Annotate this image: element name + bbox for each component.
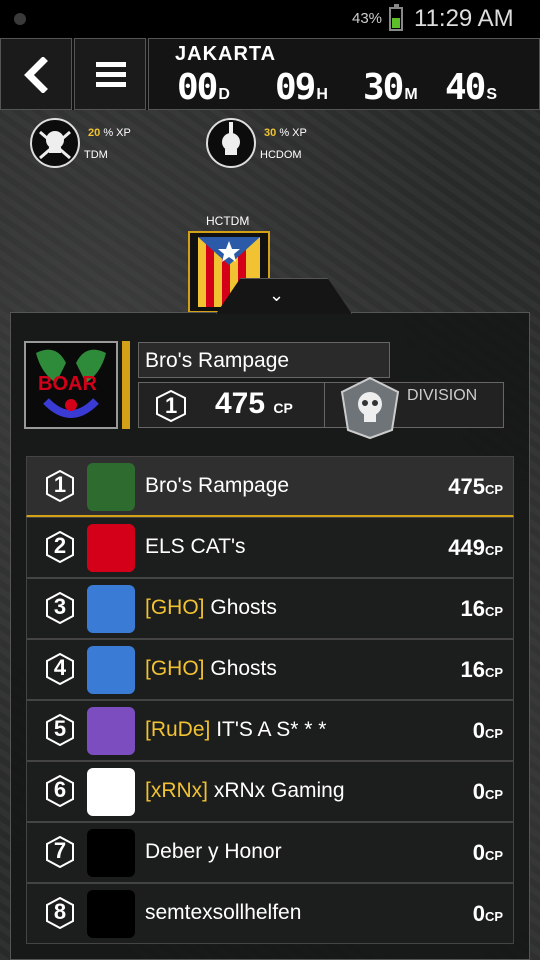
clan-score: 0CP: [472, 901, 503, 926]
countdown-hours: 09 H: [275, 67, 328, 108]
leaderboard-row[interactable]: 6 [xRNx] xRNx Gaming 0CP: [26, 761, 514, 822]
battery-percent: 43%: [352, 10, 383, 27]
chevron-down-icon: ⌄: [269, 285, 285, 305]
clan-name: [GHO] Ghosts: [145, 596, 277, 619]
clan-score: 16CP: [460, 596, 503, 621]
clan-name: [xRNx] xRNx Gaming: [145, 779, 345, 802]
clan-logo: [87, 707, 135, 755]
clan-cp: 475 CP: [215, 387, 293, 420]
skull-flag-icon: [206, 118, 256, 168]
clan-name: Bro's Rampage: [145, 474, 290, 497]
mode-name: TDM: [84, 149, 108, 161]
clan-name: [GHO] Ghosts: [145, 657, 277, 680]
back-button[interactable]: [0, 38, 72, 110]
map-zone-label: HCTDM: [206, 214, 250, 228]
clan-logo: [87, 524, 135, 572]
back-arrow-icon: [24, 57, 48, 93]
rank-badge-icon: 6: [45, 775, 75, 807]
menu-button[interactable]: [74, 38, 146, 110]
notification-icon: [14, 13, 26, 25]
status-bar: 43% 11:29 AM: [0, 0, 540, 38]
countdown-days: 00 D: [177, 67, 230, 108]
hamburger-icon: [96, 62, 126, 87]
clan-score: 449CP: [448, 535, 503, 560]
clan-logo: [87, 585, 135, 633]
clan-name: [RuDe] IT'S A S* * *: [145, 718, 327, 741]
leaderboard-row[interactable]: 3 [GHO] Ghosts 16CP: [26, 578, 514, 639]
leaderboard-row[interactable]: 8 semtexsollhelfen 0CP: [26, 883, 514, 944]
clan-name-box: Bro's Rampage: [138, 342, 390, 378]
division-skull-icon: [336, 376, 404, 440]
leaderboard-row[interactable]: 2 ELS CAT's 449CP: [26, 517, 514, 578]
clan-score: 0CP: [472, 779, 503, 804]
countdown-panel: JAKARTA 00 D 09 H 30 M 40 S: [148, 38, 540, 110]
rank-badge-icon: 3: [45, 592, 75, 624]
rank-badge-icon: 1: [45, 470, 75, 502]
clan-logo: [87, 890, 135, 938]
battery-icon: [389, 4, 403, 31]
clan-emblem: BOAR: [24, 341, 118, 429]
clan-name: Deber y Honor: [145, 840, 282, 863]
clan-score: 16CP: [460, 657, 503, 682]
mode-name: HCDOM: [260, 149, 302, 161]
clock: 11:29 AM: [414, 5, 514, 32]
selection-bar: [122, 341, 130, 429]
city-name: JAKARTA: [175, 43, 277, 65]
clan-score: 475CP: [448, 474, 503, 499]
clan-logo: [87, 829, 135, 877]
clan-score: 0CP: [472, 840, 503, 865]
clan-rank-box: 1 475 CP: [138, 382, 330, 428]
clan-name: ELS CAT's: [145, 535, 246, 558]
clan-logo: [87, 646, 135, 694]
leaderboard-list: 1 Bro's Rampage 475CP 2 ELS CAT's 449CP 3 [GHO]…: [26, 456, 514, 944]
countdown-seconds: 40 S: [445, 67, 498, 108]
rank-hex-icon: 1: [155, 390, 187, 422]
rank-badge-icon: 7: [45, 836, 75, 868]
clan-logo: [87, 768, 135, 816]
countdown-minutes: 30 M: [363, 67, 418, 108]
leaderboard-row[interactable]: 1 Bro's Rampage 475CP: [26, 456, 514, 517]
rank-badge-icon: 5: [45, 714, 75, 746]
clan-logo: [87, 463, 135, 511]
top-bar: JAKARTA 00 D 09 H 30 M 40 S: [0, 38, 540, 110]
leaderboard-row[interactable]: 5 [RuDe] IT'S A S* * * 0CP: [26, 700, 514, 761]
clan-name: semtexsollhelfen: [145, 901, 302, 924]
rank-badge-icon: 2: [45, 531, 75, 563]
rank-badge-icon: 4: [45, 653, 75, 685]
leaderboard-row[interactable]: 7 Deber y Honor 0CP: [26, 822, 514, 883]
leaderboard-row[interactable]: 4 [GHO] Ghosts 16CP: [26, 639, 514, 700]
clan-score: 0CP: [472, 718, 503, 743]
clan-name: Bro's Rampage: [145, 349, 290, 372]
rank-badge-icon: 8: [45, 897, 75, 929]
skull-guns-icon: [30, 118, 80, 168]
